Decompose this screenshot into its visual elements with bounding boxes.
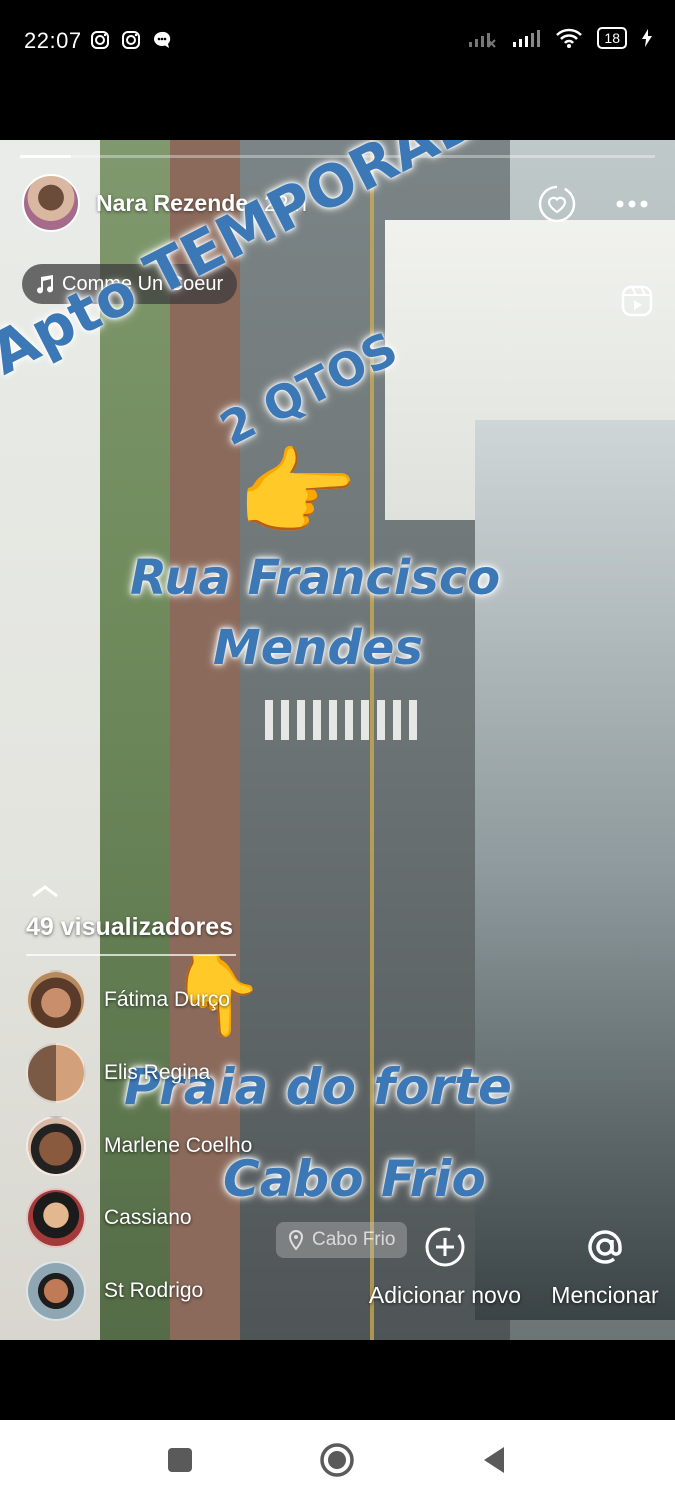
- story-progress-fill: [20, 155, 71, 158]
- viewer-avatar: [26, 1261, 86, 1321]
- viewer-name: Fátima Durço: [104, 988, 231, 1011]
- overlay-street-line1: Rua Francisco: [130, 550, 501, 606]
- viewer-item[interactable]: Marlene Coelho: [26, 1116, 252, 1176]
- pointing-hand-icon: 👉: [236, 438, 359, 548]
- signal-icon: [513, 30, 541, 47]
- author-avatar[interactable]: [22, 174, 80, 232]
- instagram-icon: [91, 31, 109, 49]
- overlay-street-line2: Mendes: [213, 620, 423, 676]
- battery-icon: 18: [597, 27, 627, 49]
- recent-apps-icon[interactable]: [160, 1440, 200, 1480]
- viewer-name: Cassiano: [104, 1206, 192, 1229]
- bottom-spacer: [0, 1340, 675, 1420]
- add-circle-icon: [425, 1227, 465, 1267]
- viewer-avatar: [26, 1116, 86, 1176]
- mention-label: Mencionar: [551, 1282, 659, 1308]
- more-options-icon[interactable]: [612, 196, 652, 212]
- system-navbar: [0, 1420, 675, 1500]
- viewer-item[interactable]: St Rodrigo: [26, 1261, 203, 1321]
- viewer-name: Elis Regina: [104, 1061, 211, 1084]
- reels-icon[interactable]: [620, 284, 654, 318]
- overlay-beach-line2: Cabo Frio: [223, 1150, 486, 1208]
- mention-button[interactable]: Mencionar: [540, 1226, 670, 1309]
- at-sign-icon: [588, 1230, 622, 1264]
- wifi-icon: [556, 28, 583, 48]
- viewer-item[interactable]: Elis Regina: [26, 1043, 210, 1103]
- add-new-label: Adicionar novo: [368, 1282, 522, 1308]
- chevron-up-icon[interactable]: [30, 884, 60, 898]
- story-photo-roof: [475, 420, 675, 1320]
- viewer-name: Marlene Coelho: [104, 1134, 253, 1157]
- status-right: 18: [467, 27, 653, 49]
- viewer-avatar: [26, 970, 86, 1030]
- viewer-avatar: [26, 1188, 86, 1248]
- viewer-count[interactable]: 49 visualizadores: [26, 913, 233, 942]
- viewer-avatar: [26, 1043, 86, 1103]
- location-pin-icon: [288, 1230, 304, 1250]
- add-new-button[interactable]: Adicionar novo: [360, 1226, 530, 1309]
- charging-icon: [642, 29, 652, 47]
- viewer-name: St Rodrigo: [104, 1279, 204, 1302]
- story-photo-crosswalk: [265, 700, 425, 740]
- viewer-item[interactable]: Fátima Durço: [26, 970, 230, 1030]
- instagram-icon: [122, 31, 140, 49]
- back-icon[interactable]: [474, 1440, 514, 1480]
- chat-icon: [154, 31, 171, 48]
- signal-off-icon: [469, 33, 497, 48]
- home-icon[interactable]: [317, 1440, 357, 1480]
- viewer-item[interactable]: Cassiano: [26, 1188, 192, 1248]
- status-bar: 22:07 18: [0, 0, 675, 140]
- viewer-divider: [26, 954, 236, 956]
- status-time: 22:07: [24, 28, 82, 53]
- story-viewer[interactable]: Nara Rezende 22 h Comme Un Coeur Apto TE…: [0, 140, 675, 1340]
- highlight-heart-icon[interactable]: [537, 184, 577, 224]
